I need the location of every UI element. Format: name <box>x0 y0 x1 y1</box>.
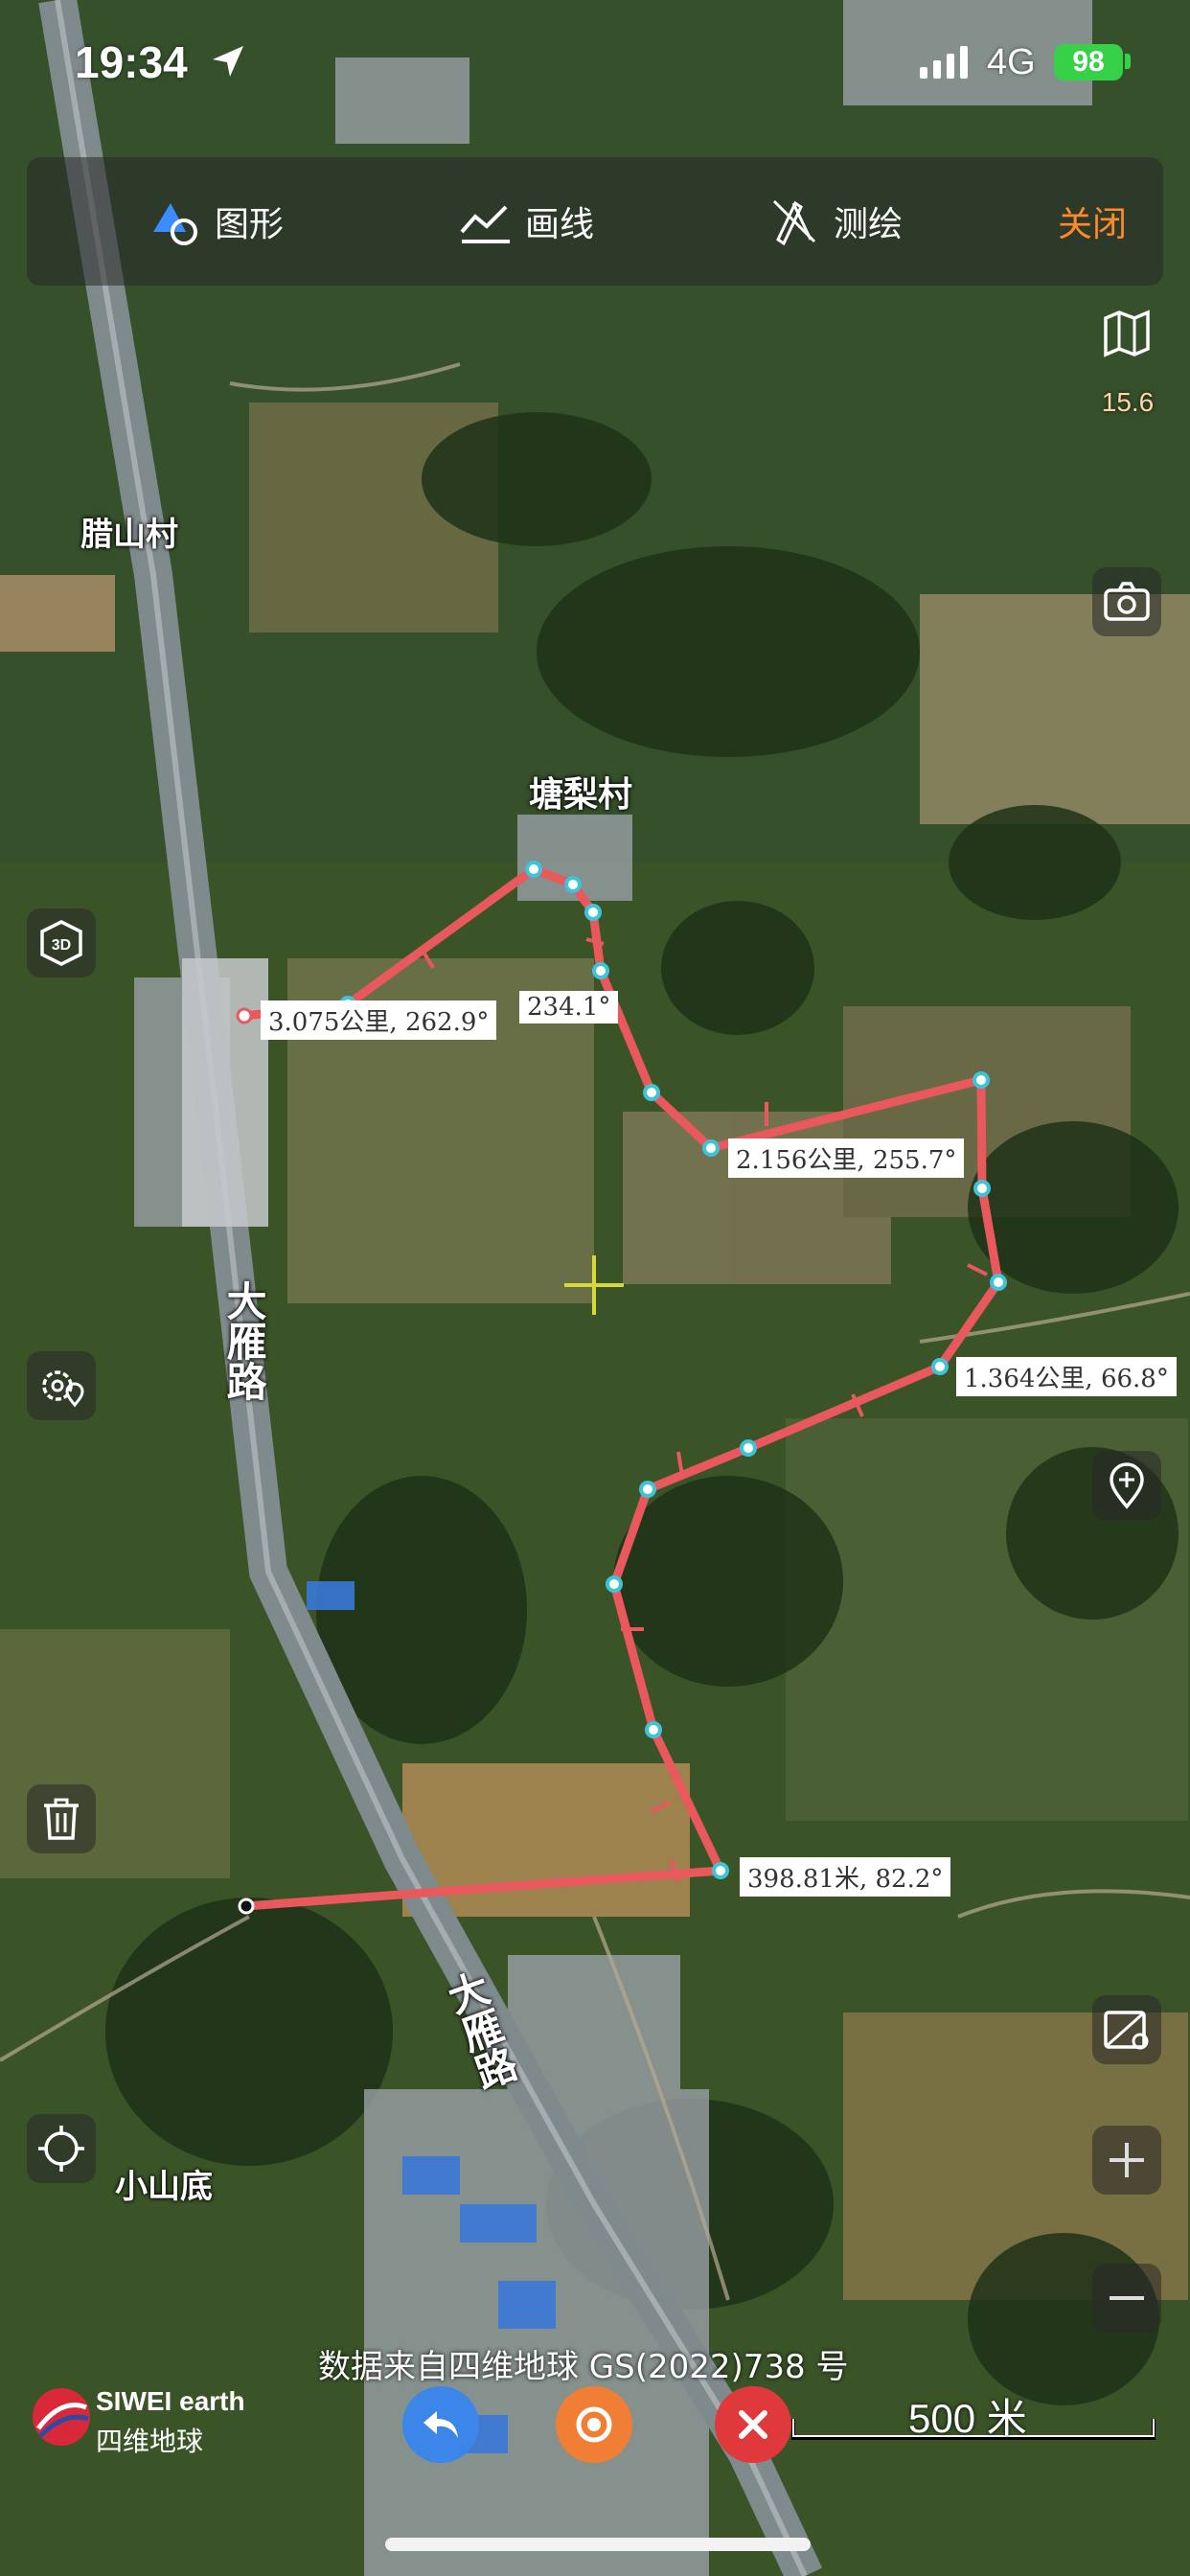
add-marker-button[interactable] <box>1092 1451 1161 1520</box>
screenshot-button[interactable] <box>1092 567 1161 636</box>
shape-label: 图形 <box>215 205 285 244</box>
zoom-in-button[interactable] <box>1092 2126 1161 2195</box>
measurement-label: 398.81米, 82.2° <box>740 1857 951 1897</box>
shape-button[interactable]: 图形 <box>148 157 284 286</box>
top-toolbar: 图形 画线 测绘 关闭 <box>27 157 1163 286</box>
status-bar: 19:34 4G 98 <box>0 0 1190 134</box>
location-arrow-icon <box>213 46 243 77</box>
measurement-label: 234.1° <box>519 991 619 1024</box>
camera-icon <box>1104 582 1150 621</box>
map-layers-button[interactable] <box>1092 299 1161 368</box>
road-label-dayan-1: 大雁路 <box>220 1280 267 1401</box>
map-attribution: 数据来自四维地球 GS(2022)738 号 <box>318 2348 849 2386</box>
map-pin-icon <box>1104 2011 1149 2050</box>
draw-line-label: 画线 <box>525 205 595 244</box>
status-time: 19:34 <box>75 37 188 87</box>
3d-view-button[interactable]: 3D <box>27 908 96 978</box>
undo-icon <box>423 2411 458 2438</box>
map-layers-icon <box>1104 310 1150 357</box>
minus-icon <box>1110 2296 1144 2300</box>
map-settings-button[interactable] <box>27 1351 96 1420</box>
survey-button[interactable]: 测绘 <box>767 157 903 286</box>
close-button[interactable]: 关闭 <box>1058 157 1127 286</box>
zoom-level: 15.6 <box>1101 387 1155 417</box>
logo-text-cn: 四维地球 <box>96 2426 204 2457</box>
scale-label: 500 米 <box>908 2396 1027 2441</box>
survey-label: 测绘 <box>834 205 904 244</box>
svg-text:3D: 3D <box>52 937 71 954</box>
record-button[interactable] <box>556 2386 632 2463</box>
delete-button[interactable] <box>27 1784 96 1853</box>
battery-level: 98 <box>1054 44 1123 80</box>
cancel-button[interactable] <box>715 2386 791 2463</box>
crosshair-icon <box>38 2126 84 2172</box>
measurement-label: 1.364公里, 66.8° <box>956 1357 1177 1396</box>
record-icon <box>576 2406 612 2443</box>
close-icon <box>739 2410 767 2439</box>
locate-button[interactable] <box>27 2114 96 2183</box>
logo-text-en: SIWEI earth <box>96 2386 245 2416</box>
signal-icon <box>920 46 968 79</box>
gear-location-icon <box>42 1370 84 1408</box>
network-type: 4G <box>987 42 1036 82</box>
undo-button[interactable] <box>402 2386 479 2463</box>
draw-line-button[interactable]: 画线 <box>458 157 594 286</box>
3d-cube-icon: 3D <box>40 920 82 966</box>
place-label-lashan: 腊山村 <box>80 516 178 554</box>
triangle-circle-icon <box>153 203 197 245</box>
home-indicator[interactable] <box>385 2538 811 2551</box>
measurement-label: 2.156公里, 255.7° <box>728 1138 965 1178</box>
route-start-point[interactable] <box>238 1898 255 1915</box>
measurement-label: 3.075公里, 262.9° <box>261 1000 497 1040</box>
route-end-point[interactable] <box>236 1007 253 1024</box>
plus-icon <box>1110 2143 1144 2177</box>
place-label-tangli: 塘梨村 <box>529 775 633 815</box>
trash-icon <box>44 1798 79 1840</box>
close-label: 关闭 <box>1058 205 1128 244</box>
place-label-xiaoshandi: 小山底 <box>115 2168 213 2206</box>
add-pin-icon <box>1110 1462 1144 1509</box>
map-pin-button[interactable] <box>1092 1995 1161 2064</box>
battery-tip <box>1125 54 1131 69</box>
polyline-icon <box>460 205 510 243</box>
zoom-out-button[interactable] <box>1092 2264 1161 2333</box>
compass-pencil-icon <box>772 199 816 246</box>
